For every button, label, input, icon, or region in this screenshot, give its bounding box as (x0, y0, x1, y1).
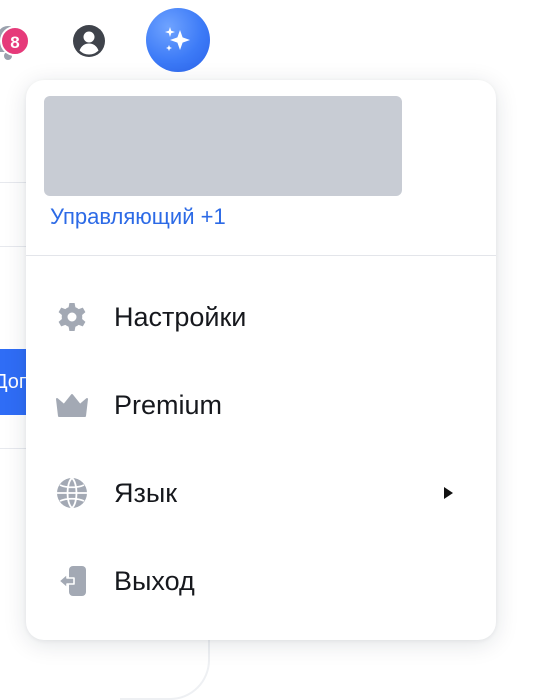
background-action-button[interactable]: Доп (0, 349, 26, 415)
menu-item-language[interactable]: Язык (26, 449, 496, 537)
user-circle-icon (73, 25, 105, 57)
account-role-link[interactable]: Управляющий +1 (50, 204, 226, 230)
ai-assistant-button[interactable] (146, 8, 210, 72)
sparkles-icon (165, 27, 190, 51)
account-name-placeholder (44, 96, 402, 196)
menu-item-settings[interactable]: Настройки (26, 273, 496, 361)
globe-icon (57, 477, 87, 509)
logout-icon (58, 566, 86, 596)
caret-right-icon (444, 487, 453, 499)
menu-item-logout[interactable]: Выход (26, 537, 496, 625)
header-icon-bar: 8 (0, 0, 560, 80)
crown-icon (56, 394, 88, 417)
notification-count-badge: 8 (0, 26, 30, 56)
notifications-button[interactable]: 8 (0, 22, 30, 62)
menu-item-label: Premium (114, 390, 223, 420)
account-info: Управляющий +1 (26, 80, 496, 256)
menu-item-label: Выход (114, 566, 195, 596)
menu-item-label: Язык (114, 478, 178, 508)
gear-icon (58, 303, 86, 331)
account-dropdown-menu: Управляющий +1 Настройки Premium Язык Вы… (26, 80, 496, 640)
menu-list: Настройки Premium Язык Выход (26, 273, 496, 625)
profile-button[interactable] (72, 24, 106, 58)
menu-item-label: Настройки (114, 302, 247, 332)
menu-item-premium[interactable]: Premium (26, 361, 496, 449)
